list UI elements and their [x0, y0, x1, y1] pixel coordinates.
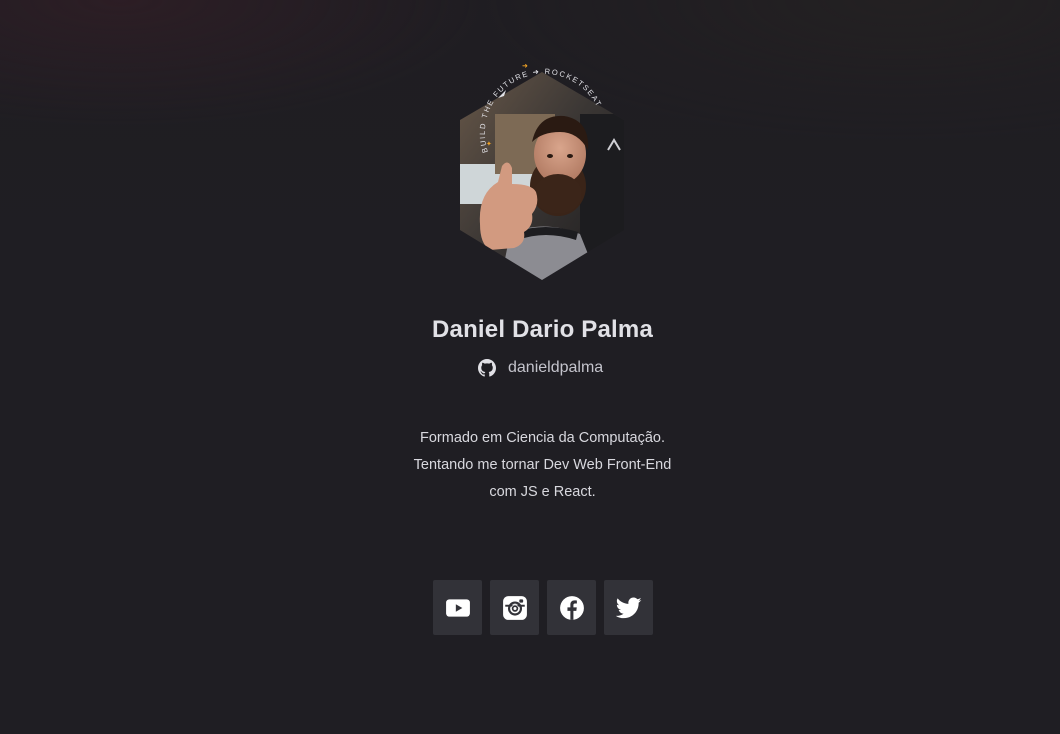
svg-text:✦: ✦ [486, 140, 492, 148]
svg-text:➜: ➜ [522, 63, 528, 70]
avatar: BUILD THE FUTURE ➜ ROCKETSEAT ➜ ✦ [460, 54, 626, 284]
github-link[interactable]: danieldpalma [478, 356, 603, 380]
bio-line: com JS e React. [489, 484, 596, 500]
youtube-icon [445, 598, 470, 617]
youtube-button[interactable] [433, 580, 482, 635]
instagram-button[interactable] [490, 580, 539, 635]
social-links [433, 580, 653, 635]
profile-page: BUILD THE FUTURE ➜ ROCKETSEAT ➜ ✦ Daniel… [0, 0, 1060, 734]
bio-line: Tentando me tornar Dev Web Front-End [413, 457, 672, 473]
avatar-hexagon: BUILD THE FUTURE ➜ ROCKETSEAT ➜ ✦ [460, 63, 624, 280]
bio-line: Formado em Ciencia da Computação. [419, 430, 665, 446]
github-username: danieldpalma [508, 359, 604, 376]
bio: Formado em Ciencia da Computação. Tentan… [390, 425, 695, 506]
github-icon [478, 359, 496, 377]
twitter-button[interactable] [604, 580, 653, 635]
instagram-icon [502, 595, 527, 620]
twitter-icon [615, 596, 642, 618]
facebook-icon [559, 595, 584, 620]
facebook-button[interactable] [547, 580, 596, 635]
profile-name: Daniel Dario Palma [431, 316, 654, 343]
